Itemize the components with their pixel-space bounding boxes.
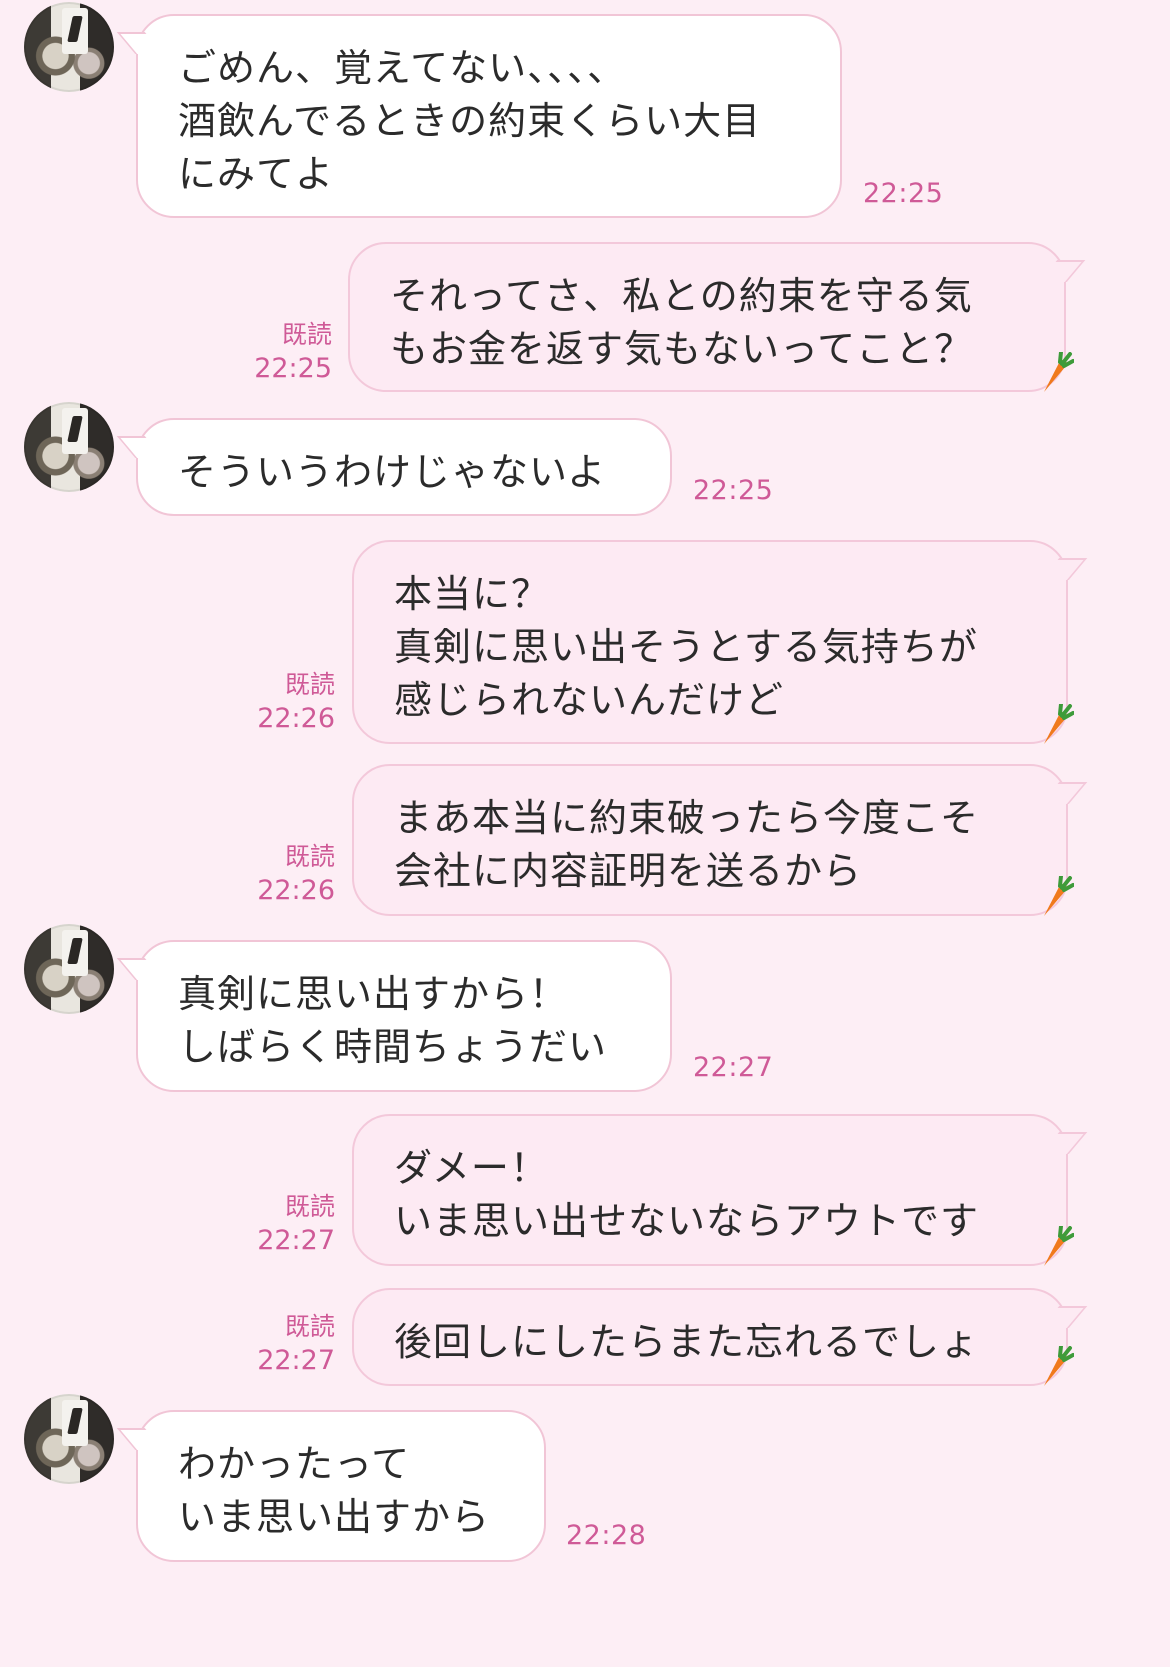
chat-thread: ごめん、覚えてない、、、、 酒飲んでるときの約束くらい大目 にみてよ 22:25…: [0, 0, 1170, 1667]
read-receipt: 既読 22:25: [232, 318, 332, 386]
avatar[interactable]: [24, 402, 114, 492]
avatar[interactable]: [24, 924, 114, 1014]
message-time: 22:27: [257, 1345, 335, 1376]
read-receipt: 既読 22:27: [235, 1190, 335, 1258]
message-bubble-incoming[interactable]: わかったって いま思い出すから: [136, 1410, 546, 1562]
message-time: 22:28: [566, 1520, 647, 1551]
message-bubble-outgoing[interactable]: 本当に？ 真剣に思い出そうとする気持ちが 感じられないんだけど: [352, 540, 1068, 744]
carrot-icon: [1044, 1226, 1074, 1266]
message-bubble-incoming[interactable]: ごめん、覚えてない、、、、 酒飲んでるときの約束くらい大目 にみてよ: [136, 14, 842, 218]
read-label: 既読: [284, 1312, 335, 1341]
message-bubble-outgoing[interactable]: 後回しにしたらまた忘れるでしょ: [352, 1288, 1068, 1386]
message-bubble-outgoing[interactable]: それってさ、私との約束を守る気 もお金を返す気もないってこと？: [348, 242, 1066, 392]
avatar[interactable]: [24, 2, 114, 92]
read-label: 既読: [284, 1192, 335, 1221]
message-bubble-outgoing[interactable]: まあ本当に約束破ったら今度こそ 会社に内容証明を送るから: [352, 764, 1068, 916]
carrot-icon: [1044, 876, 1074, 916]
carrot-icon: [1044, 704, 1074, 744]
message-time: 22:27: [257, 1225, 335, 1256]
message-bubble-outgoing[interactable]: ダメー！ いま思い出せないならアウトです: [352, 1114, 1068, 1266]
carrot-icon: [1044, 352, 1074, 392]
read-label: 既読: [284, 842, 335, 871]
message-bubble-incoming[interactable]: そういうわけじゃないよ: [136, 418, 672, 516]
message-time: 22:25: [693, 475, 774, 506]
message-time: 22:26: [257, 703, 335, 734]
read-receipt: 既読 22:27: [235, 1310, 335, 1378]
read-receipt: 既読 22:26: [235, 668, 335, 736]
message-time: 22:27: [693, 1052, 774, 1083]
carrot-icon: [1044, 1346, 1074, 1386]
avatar[interactable]: [24, 1394, 114, 1484]
read-label: 既読: [284, 670, 335, 699]
message-time: 22:25: [863, 178, 944, 209]
message-time: 22:25: [254, 353, 332, 384]
message-time: 22:26: [257, 875, 335, 906]
read-receipt: 既読 22:26: [235, 840, 335, 908]
message-bubble-incoming[interactable]: 真剣に思い出すから！ しばらく時間ちょうだい: [136, 940, 672, 1092]
read-label: 既読: [281, 320, 332, 349]
